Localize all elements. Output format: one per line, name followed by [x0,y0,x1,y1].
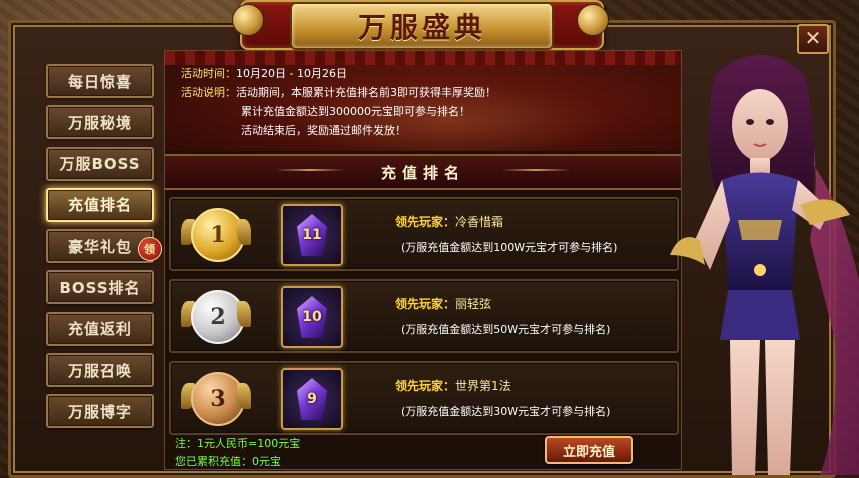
sidebar-item-label: 万服BOSS [59,155,141,174]
sidebar-item-boss[interactable]: 万服BOSS [46,146,154,181]
medal-wing-icon [237,383,251,409]
reward-item-slot[interactable]: 11 [281,204,343,266]
claim-badge: 领 [138,237,162,262]
medal-wing-icon [237,219,251,245]
ranking-header: 充值排名 [165,154,681,190]
event-info-box: 活动时间：10月20日 - 10月26日 活动说明：活动期间，本服累计充值排名前… [165,51,681,151]
header-divider [275,169,345,171]
leader-label: 领先玩家： [395,297,456,311]
event-time-label: 活动时间： [181,67,236,80]
sidebar-item-label: 充值返利 [67,320,132,339]
sidebar-item-boss-ranking[interactable]: BOSS排名 [46,270,154,305]
leader-label: 领先玩家： [395,215,456,229]
ranking-row: 1 11 领先玩家：冷香惜霜 (万服充值金额达到100W元宝才可参与排名) [169,197,679,271]
gem-icon: 10 [297,296,327,338]
title-plaque: 万服盛典 [290,2,554,50]
sidebar-item-label: 豪华礼包 [67,237,132,256]
rank-requirement: (万服充值金额达到100W元宝才可参与排名) [401,241,618,254]
money-bag-ornament-icon [577,4,609,36]
page-title: 万服盛典 [357,11,486,44]
sidebar-item-secret-realm[interactable]: 万服秘境 [46,105,154,140]
rank-requirement: (万服充值金额达到30W元宝才可参与排名) [401,405,611,418]
sidebar-item-label: 充值排名 [67,196,132,215]
medal-wing-icon [237,301,251,327]
rank-requirement: (万服充值金额达到50W元宝才可参与排名) [401,323,611,336]
ranking-row: 3 9 领先玩家：世界第1法 (万服充值金额达到30W元宝才可参与排名) [169,361,679,435]
leader-player: 领先玩家：丽轻弦 [395,295,491,312]
sidebar-item-label: BOSS排名 [59,278,141,297]
ranking-header-title: 充值排名 [380,163,465,182]
sidebar-item-label: 万服博字 [67,402,132,421]
event-time: 活动时间：10月20日 - 10月26日 [181,65,347,81]
event-desc: 活动说明：活动期间，本服累计充值排名前3即可获得丰厚奖励！ [181,84,496,100]
leader-player: 领先玩家：冷香惜霜 [395,213,503,230]
leader-name: 丽轻弦 [455,297,492,311]
event-desc-line: 累计充值金额达到300000元宝即可参与排名！ [241,105,470,118]
sidebar-item-recharge-rebate[interactable]: 充值返利 [46,311,154,346]
leader-player: 领先玩家：世界第1法 [395,377,511,394]
sidebar-item-label: 每日惊喜 [67,72,132,91]
sidebar-item-gamble[interactable]: 万服博字 [46,394,154,429]
ranking-row: 2 10 领先玩家：丽轻弦 (万服充值金额达到50W元宝才可参与排名) [169,279,679,353]
content-panel: 活动时间：10月20日 - 10月26日 活动说明：活动期间，本服累计充值排名前… [164,50,682,470]
sidebar-item-luxury-pack[interactable]: 豪华礼包 领 [46,229,162,264]
header-divider [501,169,571,171]
gem-icon: 9 [297,378,327,420]
leader-label: 领先玩家： [395,379,456,393]
exchange-rate-note: 注：1元人民币=100元宝 [175,437,301,450]
character-illustration [660,40,859,475]
sidebar-item-label: 万服召唤 [67,361,132,380]
event-desc-label: 活动说明： [181,86,236,99]
sidebar-item-summon[interactable]: 万服召唤 [46,353,154,388]
money-bag-ornament-icon [232,4,264,36]
event-time-value: 10月20日 - 10月26日 [236,67,347,80]
sidebar-item-label: 万服秘境 [67,113,132,132]
reward-item-slot[interactable]: 10 [281,286,343,348]
sidebar-item-recharge-ranking[interactable]: 充值排名 [46,187,154,222]
reward-item-slot[interactable]: 9 [281,368,343,430]
event-desc-line: 活动期间，本服累计充值排名前3即可获得丰厚奖励！ [236,86,496,99]
gem-icon: 11 [297,214,327,256]
leader-name: 世界第1法 [455,379,511,393]
sidebar: 每日惊喜 万服秘境 万服BOSS 充值排名 豪华礼包 领 BOSS排名 充值返利… [46,64,162,436]
accumulated-recharge: 您已累积充值：0元宝 [175,455,281,468]
curtain-decoration [165,51,681,65]
recharge-now-button[interactable]: 立即充值 [545,436,633,464]
event-desc-line: 活动结束后，奖励通过邮件发放！ [241,124,406,137]
leader-name: 冷香惜霜 [455,215,504,229]
sidebar-item-daily-surprise[interactable]: 每日惊喜 [46,64,154,98]
